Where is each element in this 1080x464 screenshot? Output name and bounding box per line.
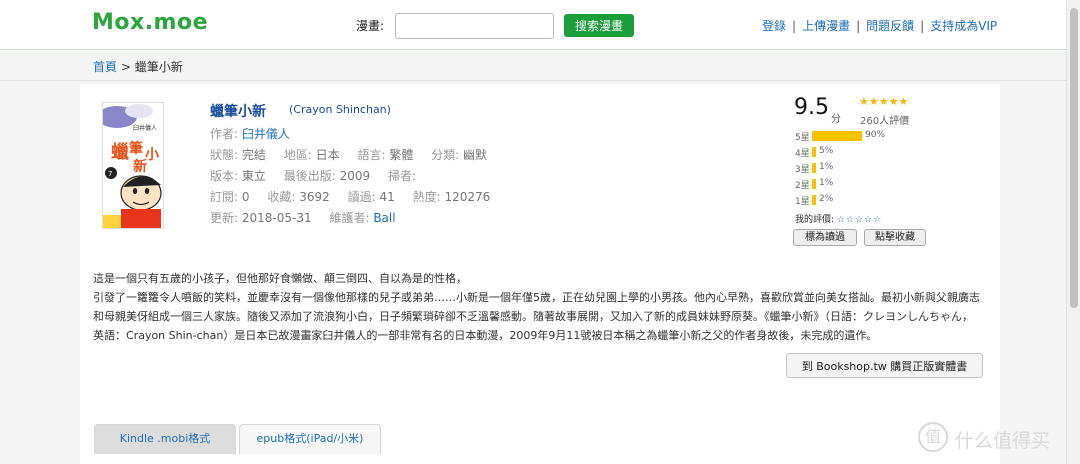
status-value: 完結 [241, 148, 266, 162]
rating-row-label: 4星 [795, 149, 810, 159]
svg-text:臼井儀人: 臼井儀人 [133, 124, 157, 132]
search-input[interactable] [395, 13, 554, 39]
status-row: 狀態: 完結 地區: 日本 語言: 繁體 分類: 幽默 [210, 146, 487, 163]
description-line: 英語：Crayon Shin-chan）是日本已故漫畫家臼井儀人的一部非常有名的… [93, 329, 878, 342]
bookshop-buy-button[interactable]: 到 Bookshop.tw 購買正版實體書 [786, 353, 983, 378]
rating-unit: 分 [831, 114, 841, 125]
my-rating: 我的評價: ☆☆☆☆☆ [795, 212, 882, 225]
breadcrumb-separator: > [120, 60, 131, 74]
updated-value: 2018-05-31 [241, 211, 312, 225]
reads-label: 讀過: [347, 190, 376, 204]
scrollbar-thumb[interactable] [1070, 8, 1078, 308]
maintainer-link[interactable]: Ball [373, 211, 395, 225]
book-title-english: (Crayon Shinchan) [289, 103, 391, 116]
rating-row-percent: 90% [865, 130, 886, 140]
watermark-logo-icon: 值 [918, 422, 948, 452]
nav-separator: | [856, 19, 861, 33]
rating-row-bar [812, 147, 816, 157]
edition-row: 版本: 東立 最後出版: 2009 掃者: [210, 167, 416, 184]
svg-text:新: 新 [133, 158, 147, 175]
book-cover-image[interactable]: 臼井儀人 蠟 筆 小 新 7 [102, 102, 164, 229]
svg-text:蠟: 蠟 [111, 141, 129, 163]
favorite-button[interactable]: 點擊收藏 [864, 229, 926, 246]
my-rating-stars-icon[interactable]: ☆☆☆☆☆ [837, 215, 882, 225]
author-row: 作者: 臼井儀人 [210, 125, 290, 142]
svg-text:小: 小 [145, 147, 159, 163]
breadcrumb-home[interactable]: 首頁 [93, 60, 117, 74]
rating-row-label: 2星 [795, 181, 810, 191]
updated-label: 更新: [210, 211, 239, 225]
rating-row-percent: 2% [819, 194, 834, 204]
tab-epub[interactable]: epub格式(iPad/小米) [239, 424, 381, 454]
rating-row-percent: 1% [819, 178, 834, 188]
heat-label: 熱度: [412, 190, 441, 204]
language-label: 語言: [357, 148, 386, 162]
description-line: 這是一個只有五歲的小孩子，但他那好食懶做、顛三倒四、自以為是的性格， [93, 272, 467, 285]
maintainer-label: 維護者: [329, 211, 370, 225]
rating-score: 9.5 [794, 95, 829, 120]
edition-value: 東立 [241, 169, 266, 183]
rating-row-bar [812, 195, 816, 205]
rating-row-bar [812, 179, 816, 189]
breadcrumb-current: 蠟筆小新 [134, 60, 183, 74]
rating-row-bar [812, 163, 816, 173]
site-logo[interactable]: Mox.moe [92, 10, 208, 35]
description-line: 引發了一籮籮令人噴飯的笑料，並慶幸沒有一個像他那樣的兒子或弟弟……小新是一個年僅… [93, 291, 980, 304]
rating-row-label: 5星 [795, 133, 810, 143]
cover-illustration: 臼井儀人 蠟 筆 小 新 7 [103, 103, 163, 228]
watermark: 值 什么值得买 [910, 420, 1060, 456]
reads-value: 41 [379, 190, 395, 204]
review-count: 260人評價 [860, 116, 910, 127]
login-link[interactable]: 登錄 [762, 19, 786, 33]
scanner-label: 掃者: [387, 169, 417, 183]
category-label: 分類: [431, 148, 460, 162]
rating-row-label: 3星 [795, 165, 810, 175]
nav-separator: | [920, 19, 925, 33]
nav-separator: | [792, 19, 797, 33]
status-label: 狀態: [210, 148, 239, 162]
favorites-label: 收藏: [267, 190, 296, 204]
region-value: 日本 [315, 148, 340, 162]
tab-kindle-mobi[interactable]: Kindle .mobi格式 [94, 424, 236, 454]
book-title: 蠟筆小新 [210, 104, 266, 120]
region-label: 地區: [283, 148, 312, 162]
top-nav-links: 登錄 | 上傳漫畫 | 問題反饋 | 支持成為VIP [762, 17, 997, 34]
stats-row: 訂閱: 0 收藏: 3692 讀過: 41 熱度: 120276 [210, 188, 490, 205]
last-publish-value: 2009 [339, 169, 371, 183]
heat-value: 120276 [444, 190, 491, 204]
page: Mox.moe 漫畫: 搜索漫畫 登錄 | 上傳漫畫 | 問題反饋 | 支持成為VIP 首頁… [0, 0, 1080, 464]
last-publish-label: 最後出版: [283, 169, 336, 183]
mark-read-button[interactable]: 標為讀過 [793, 229, 857, 246]
author-link[interactable]: 臼井儀人 [242, 127, 290, 141]
category-value: 幽默 [463, 148, 488, 162]
svg-text:筆: 筆 [129, 140, 143, 157]
my-rating-label: 我的評價: [795, 215, 835, 225]
rating-row-bar [812, 131, 862, 141]
description-line: 和母親美伢組成一個三人家族。隨後又添加了流浪狗小白，日子頻繁瑣碎卻不乏溫馨感動。… [93, 310, 973, 323]
subscribe-value: 0 [241, 190, 250, 204]
update-row: 更新: 2018-05-31 維護者: Ball [210, 209, 396, 226]
search-label: 漫畫: [356, 19, 385, 33]
rating-row-percent: 1% [819, 162, 834, 172]
favorites-value: 3692 [299, 190, 330, 204]
rating-stars-icon: ★★★★★ [859, 95, 909, 108]
search-button[interactable]: 搜索漫畫 [564, 14, 634, 37]
edition-label: 版本: [210, 169, 239, 183]
vertical-scrollbar[interactable] [1066, 0, 1080, 464]
svg-text:7: 7 [108, 170, 112, 178]
author-label: 作者: [210, 127, 239, 141]
subscribe-label: 訂閱: [210, 190, 239, 204]
language-value: 繁體 [389, 148, 414, 162]
watermark-text: 什么值得买 [955, 430, 1051, 452]
breadcrumb: 首頁 > 蠟筆小新 [93, 58, 183, 75]
upload-link[interactable]: 上傳漫畫 [802, 19, 850, 33]
rating-row-label: 1星 [795, 197, 810, 207]
book-description: 這是一個只有五歲的小孩子，但他那好食懶做、顛三倒四、自以為是的性格， 引發了一籮… [93, 269, 993, 345]
rating-row-percent: 5% [819, 146, 834, 156]
vip-link[interactable]: 支持成為VIP [930, 19, 997, 33]
feedback-link[interactable]: 問題反饋 [866, 19, 914, 33]
top-header: Mox.moe 漫畫: 搜索漫畫 登錄 | 上傳漫畫 | 問題反饋 | 支持成為VIP [0, 0, 1066, 50]
